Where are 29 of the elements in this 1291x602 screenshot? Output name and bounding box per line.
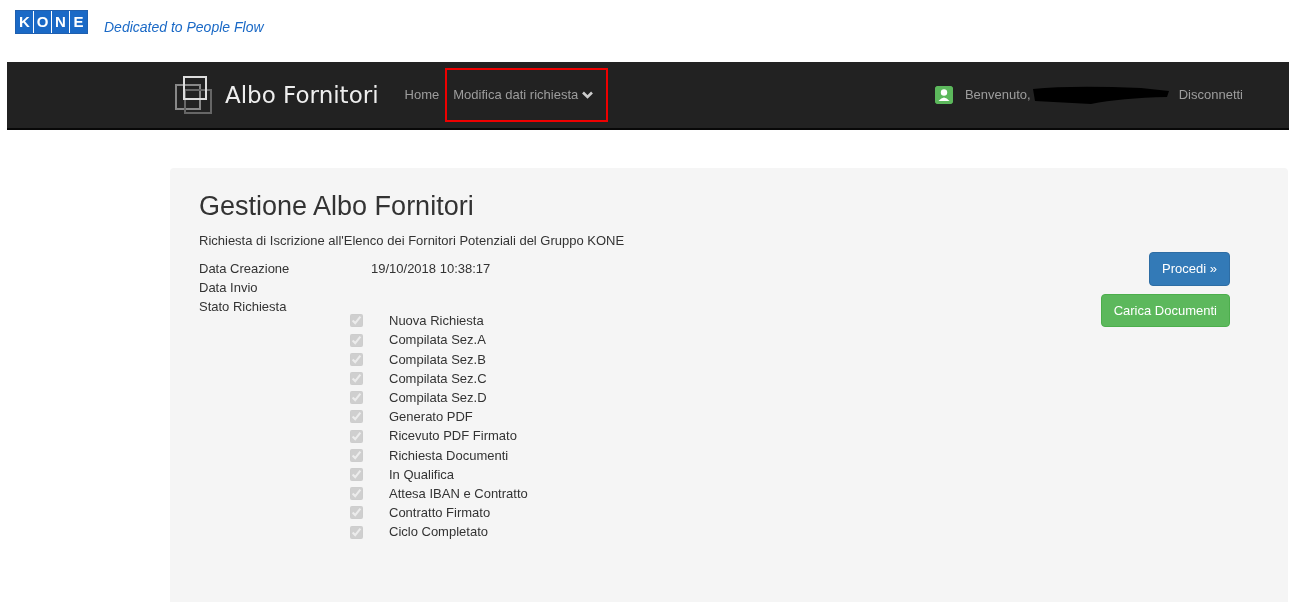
status-label: Compilata Sez.A	[389, 331, 486, 350]
status-label: Compilata Sez.D	[389, 389, 487, 407]
logo: K O N E	[15, 10, 88, 34]
user-icon	[934, 86, 953, 104]
status-label: Ricevuto PDF Firmato	[389, 427, 517, 446]
status-label: In Qualifica	[389, 465, 455, 484]
brand-title[interactable]: Albo Fornitori	[225, 77, 379, 113]
status-label: Compilata Sez.C	[389, 369, 487, 388]
logout-link[interactable]: Disconnetti	[1170, 85, 1251, 105]
field-label: Stato Richiesta	[199, 298, 288, 317]
field-label: Data Invio	[199, 279, 259, 298]
tagline: Dedicated to People Flow	[104, 18, 264, 37]
status-label: Attesa IBAN e Contratto	[389, 484, 528, 503]
proceed-button[interactable]: Procedi »	[1149, 252, 1230, 286]
status-label: Compilata Sez.B	[389, 350, 486, 369]
status-label: Nuova Richiesta	[389, 312, 484, 331]
field-label: Data Creazione	[199, 259, 291, 278]
squares-logo-icon	[175, 76, 213, 114]
status-label: Ciclo Completato	[389, 523, 488, 542]
subtitle-text: Richiesta di Iscrizione all'Elenco dei Fornitori Potenziali del Gruppo KONE	[199, 232, 625, 251]
chevron-down-icon	[582, 91, 594, 99]
status-label: Contratto Firmato	[389, 504, 491, 523]
status-label: Richiesta Documenti	[389, 446, 509, 465]
status-label: Generato PDF	[389, 408, 473, 427]
field-value: 19/10/2018 10:38:17	[371, 259, 491, 278]
welcome-text: Benvenuto,	[964, 86, 1031, 105]
dropdown-menu-link[interactable]: Modifica dati richiesta	[447, 70, 607, 120]
page-title: Gestione Albo Fornitori	[199, 190, 475, 223]
nav-link[interactable]: Home	[396, 85, 448, 105]
